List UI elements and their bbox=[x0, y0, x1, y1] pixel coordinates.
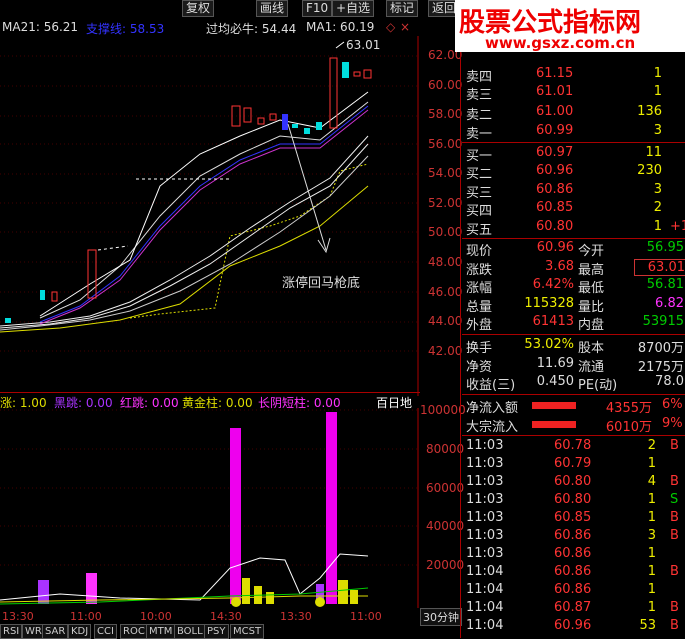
tab-cci[interactable]: CCI bbox=[94, 624, 117, 639]
tick-row: 11:04 60.86 1 B bbox=[466, 564, 679, 579]
close-icon[interactable]: × bbox=[400, 20, 410, 34]
price-tick: 54.00 bbox=[428, 166, 463, 180]
guojun-label: 过均必牛: 54.44 bbox=[206, 22, 297, 36]
tab-rsi[interactable]: RSI bbox=[0, 624, 23, 639]
volume-tick: 20000 bbox=[426, 558, 465, 572]
toolbar-mark-button[interactable]: 标记 bbox=[386, 0, 419, 17]
tab-mcst[interactable]: MCST bbox=[230, 624, 265, 639]
buy-row: 买三 60.86 3 bbox=[466, 182, 662, 201]
support-line-label: 支撑线: 58.53 bbox=[86, 22, 165, 36]
tick-row: 11:04 60.96 53 B bbox=[466, 618, 679, 633]
diamond-icon[interactable]: ◇ bbox=[386, 20, 395, 34]
site-banner: 股票公式指标网 www.gsxz.com.cn bbox=[455, 0, 685, 52]
time-tick: 11:00 bbox=[70, 610, 102, 623]
quote-row: 总量 115328 量比 6.82 bbox=[466, 296, 684, 315]
period-selector[interactable]: 30分钟 bbox=[420, 608, 462, 626]
tick-row: 11:03 60.79 1 bbox=[466, 456, 656, 471]
fund-row: 净资 11.69 流通 2175万 bbox=[466, 356, 684, 375]
tick-row: 11:04 60.87 1 B bbox=[466, 600, 679, 615]
price-tick: 52.00 bbox=[428, 196, 463, 210]
flow-row: 大宗流入 6010万 9% bbox=[466, 416, 683, 435]
price-tick: 58.00 bbox=[428, 107, 463, 121]
time-tick: 13:30 bbox=[2, 610, 34, 623]
buy-row: 买一 60.97 11 bbox=[466, 145, 662, 164]
price-tick: 50.00 bbox=[428, 225, 463, 239]
fund-row: 换手 53.02% 股本 8700万 bbox=[466, 337, 684, 356]
quote-row: 外盘 61413 内盘 53915 bbox=[466, 314, 684, 333]
volume-tick: 80000 bbox=[426, 442, 465, 456]
peak-price-label: 63.01 bbox=[346, 38, 381, 52]
indicator-tabs: RSI WR SAR KDJ CCI ROC MTM BOLL PSY MCST bbox=[0, 624, 420, 639]
sell-row: 卖二 61.00 136 bbox=[466, 104, 662, 123]
time-tick: 14:30 bbox=[210, 610, 242, 623]
time-tick: 13:30 bbox=[280, 610, 312, 623]
tab-sar[interactable]: SAR bbox=[42, 624, 69, 639]
toolbar: 复权 画线 F10 +自选 标记 返回 bbox=[182, 0, 462, 17]
price-tick: 42.00 bbox=[428, 344, 463, 358]
tab-roc[interactable]: ROC bbox=[120, 624, 148, 639]
price-tick: 60.00 bbox=[428, 78, 463, 92]
sell-row: 卖三 61.01 1 bbox=[466, 84, 662, 103]
annotation-text: 涨停回马枪底 bbox=[282, 276, 361, 291]
ma1-label: MA1: 60.19 bbox=[306, 20, 375, 34]
tab-kdj[interactable]: KDJ bbox=[68, 624, 92, 639]
time-tick: 10:00 bbox=[140, 610, 172, 623]
quote-row: 涨跌 3.68 最高 63.01 bbox=[466, 259, 685, 278]
tick-row: 11:03 60.86 1 bbox=[466, 546, 656, 561]
tick-row: 11:03 60.85 1 B bbox=[466, 510, 679, 525]
volume-tick: 60000 bbox=[426, 481, 465, 495]
tab-mtm[interactable]: MTM bbox=[146, 624, 176, 639]
toolbar-add-favorite-button[interactable]: +自选 bbox=[332, 0, 375, 17]
volume-chart[interactable] bbox=[0, 408, 420, 608]
buy-row: 买五 60.80 1 +1 bbox=[466, 219, 685, 238]
tab-boll[interactable]: BOLL bbox=[174, 624, 206, 639]
tick-row: 11:04 60.86 1 bbox=[466, 582, 656, 597]
tick-row: 11:03 60.86 3 B bbox=[466, 528, 679, 543]
tab-psy[interactable]: PSY bbox=[204, 624, 229, 639]
ma21-label: MA21: 56.21 bbox=[2, 20, 79, 34]
tick-row: 11:03 60.78 2 B bbox=[466, 438, 679, 453]
price-tick: 44.00 bbox=[428, 314, 463, 328]
volume-tick: 100000 bbox=[420, 403, 466, 417]
banner-url: www.gsxz.com.cn bbox=[485, 34, 636, 52]
price-tick: 46.00 bbox=[428, 285, 463, 299]
price-tick: 48.00 bbox=[428, 255, 463, 269]
sell-row: 卖四 61.15 1 bbox=[466, 66, 662, 85]
kline-chart[interactable] bbox=[0, 36, 420, 396]
price-tick: 56.00 bbox=[428, 137, 463, 151]
volume-tick: 40000 bbox=[426, 519, 465, 533]
time-tick: 11:00 bbox=[350, 610, 382, 623]
quote-row: 涨幅 6.42% 最低 56.81 bbox=[466, 277, 684, 296]
toolbar-f10-button[interactable]: F10 bbox=[302, 0, 333, 17]
flow-row: 净流入额 4355万 6% bbox=[466, 397, 683, 416]
tick-row: 11:03 60.80 1 S bbox=[466, 492, 679, 507]
tick-row: 11:03 60.80 4 B bbox=[466, 474, 679, 489]
toolbar-draw-button[interactable]: 画线 bbox=[256, 0, 289, 17]
toolbar-fuquan-button[interactable]: 复权 bbox=[182, 0, 215, 17]
buy-row: 买四 60.85 2 bbox=[466, 200, 662, 219]
sell-row: 卖一 60.99 3 bbox=[466, 123, 662, 142]
fund-row: 收益(三) 0.450 PE(动) 78.0 bbox=[466, 374, 684, 393]
quote-row: 现价 60.96 今开 56.95 bbox=[466, 240, 684, 259]
buy-row: 买二 60.96 230 bbox=[466, 163, 662, 182]
